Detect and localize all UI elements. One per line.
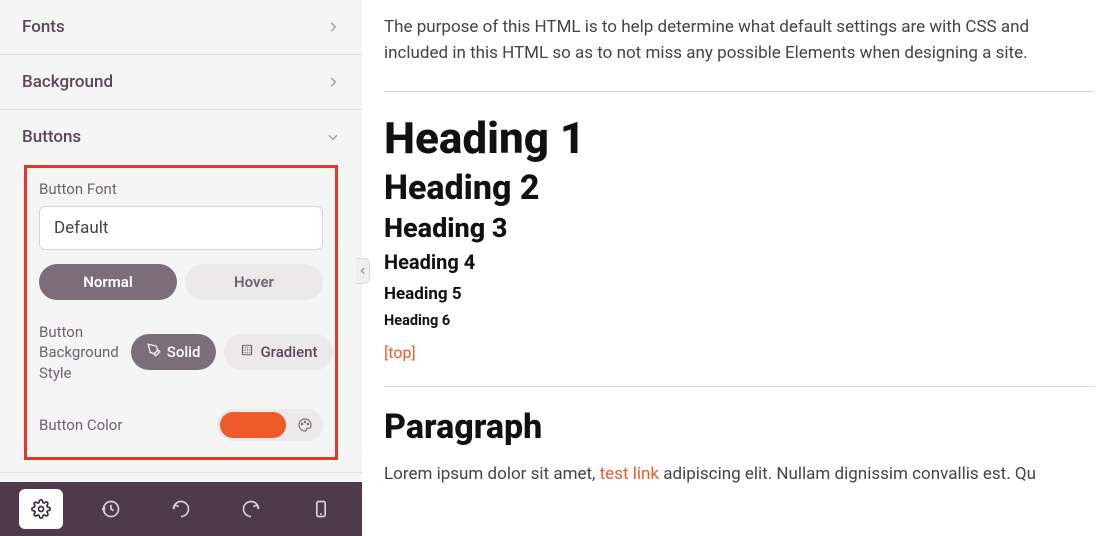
bg-style-label: Button Background Style xyxy=(39,322,119,383)
bg-style-solid[interactable]: Solid xyxy=(131,334,217,370)
button-font-value: Default xyxy=(54,218,108,238)
intro-text: The purpose of this HTML is to help dete… xyxy=(384,14,1094,67)
color-swatch[interactable] xyxy=(220,412,286,438)
settings-sidebar: Fonts Background Buttons xyxy=(0,0,362,536)
divider xyxy=(384,91,1094,92)
heading-1: Heading 1 xyxy=(384,112,1094,164)
sidebar-collapse-handle[interactable] xyxy=(356,258,370,284)
accordion-buttons-label: Buttons xyxy=(22,127,81,147)
chevron-right-icon xyxy=(326,20,340,34)
chevron-right-icon xyxy=(326,75,340,89)
divider xyxy=(384,386,1094,387)
tab-hover[interactable]: Hover xyxy=(185,264,323,300)
heading-2: Heading 2 xyxy=(384,168,1094,208)
heading-5: Heading 5 xyxy=(384,284,1094,304)
toolbar-responsive-button[interactable] xyxy=(299,489,343,529)
palette-icon[interactable] xyxy=(290,412,320,438)
accordion-background[interactable]: Background xyxy=(0,55,362,110)
sidebar-bottom-toolbar xyxy=(0,482,362,536)
accordion-fonts[interactable]: Fonts xyxy=(0,0,362,55)
button-color-picker[interactable] xyxy=(217,409,323,441)
state-tabs: Normal Hover xyxy=(39,264,323,300)
bg-style-group: Solid Gradient xyxy=(131,334,334,370)
button-color-row: Button Color xyxy=(39,409,323,441)
top-link[interactable]: [top] xyxy=(384,343,416,362)
button-font-select[interactable]: Default xyxy=(39,206,323,250)
bg-style-row: Button Background Style Solid xyxy=(39,322,323,383)
toolbar-undo-button[interactable] xyxy=(159,489,203,529)
heading-4: Heading 4 xyxy=(384,250,1094,274)
accordion-fonts-label: Fonts xyxy=(22,17,65,37)
highlighted-controls: Button Font Default Normal Hover xyxy=(24,165,338,460)
tab-normal[interactable]: Normal xyxy=(39,264,177,300)
heading-6: Heading 6 xyxy=(384,312,1094,329)
toolbar-redo-button[interactable] xyxy=(229,489,273,529)
gradient-icon xyxy=(240,343,254,361)
preview-pane: The purpose of this HTML is to help dete… xyxy=(362,0,1116,536)
sidebar-scroll: Fonts Background Buttons xyxy=(0,0,362,482)
chevron-down-icon xyxy=(326,130,340,144)
toolbar-settings-button[interactable] xyxy=(19,489,63,529)
bg-style-gradient-label: Gradient xyxy=(260,343,317,361)
body-text-before: Lorem ipsum dolor sit amet, xyxy=(384,464,600,484)
paragraph-heading: Paragraph xyxy=(384,407,1094,447)
button-font-label: Button Font xyxy=(39,180,323,198)
button-color-label: Button Color xyxy=(39,416,122,434)
test-link[interactable]: test link xyxy=(600,464,659,484)
bg-style-solid-label: Solid xyxy=(167,343,201,361)
body-text-after: adipiscing elit. Nullam dignissim conval… xyxy=(659,464,1036,484)
heading-3: Heading 3 xyxy=(384,212,1094,244)
bg-style-gradient[interactable]: Gradient xyxy=(224,334,333,370)
accordion-buttons-body: Button Font Default Normal Hover xyxy=(0,161,362,472)
accordion-buttons[interactable]: Buttons Button Font Default xyxy=(0,110,362,473)
accordion-background-label: Background xyxy=(22,72,113,92)
toolbar-history-button[interactable] xyxy=(89,489,133,529)
pen-icon xyxy=(147,343,161,361)
body-paragraph: Lorem ipsum dolor sit amet, test link ad… xyxy=(384,461,1094,488)
